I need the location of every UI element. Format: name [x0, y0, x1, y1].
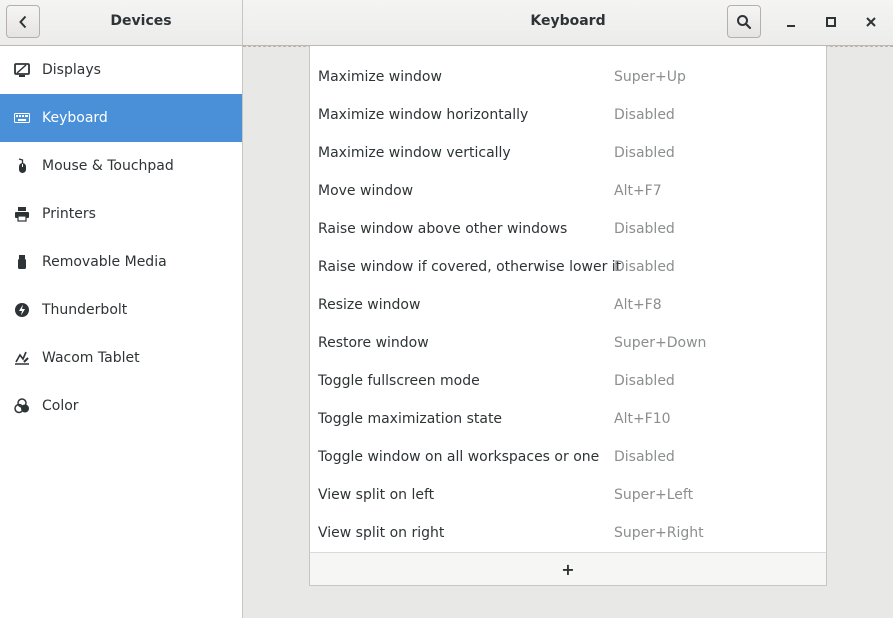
- mouse-icon: [14, 158, 30, 174]
- shortcut-name: Raise window above other windows: [318, 221, 568, 237]
- shortcut-name: Maximize window vertically: [318, 145, 511, 161]
- shortcut-accel: Alt+F8: [614, 297, 662, 313]
- shortcut-accel: Disabled: [614, 373, 675, 389]
- shortcut-name: View split on left: [318, 487, 435, 503]
- shortcut-name: Resize window: [318, 297, 421, 313]
- header-bar: Devices Keyboard: [0, 0, 893, 46]
- shortcut-row[interactable]: View split on left Super+Left: [310, 476, 826, 514]
- search-button[interactable]: [727, 5, 761, 38]
- shortcut-name: View split on right: [318, 525, 445, 541]
- removable-media-icon: [14, 254, 30, 270]
- back-button[interactable]: [6, 5, 40, 38]
- chevron-left-icon: [19, 15, 27, 28]
- shortcut-accel: Disabled: [614, 107, 675, 123]
- shortcut-name: Move window: [318, 183, 414, 199]
- shortcut-row[interactable]: Maximize window Super+Up: [310, 58, 826, 96]
- add-shortcut-button[interactable]: +: [310, 552, 826, 585]
- sidebar-item-removable-media[interactable]: Removable Media: [0, 238, 242, 286]
- sidebar-item-wacom-tablet[interactable]: Wacom Tablet: [0, 334, 242, 382]
- shortcut-accel: Disabled: [614, 449, 675, 465]
- sidebar-item-label: Removable Media: [42, 254, 167, 270]
- shortcut-row[interactable]: Raise window if covered, otherwise lower…: [310, 248, 826, 286]
- sidebar-item-mouse-touchpad[interactable]: Mouse & Touchpad: [0, 142, 242, 190]
- keyboard-icon: [14, 110, 30, 126]
- color-icon: [14, 398, 30, 414]
- close-icon: [866, 17, 876, 27]
- shortcut-accel: Disabled: [614, 259, 675, 275]
- shortcut-name: Raise window if covered, otherwise lower…: [318, 259, 622, 275]
- shortcut-accel: Super+Down: [614, 335, 707, 351]
- sidebar-item-displays[interactable]: Displays: [0, 46, 242, 94]
- shortcut-row[interactable]: Maximize window vertically Disabled: [310, 134, 826, 172]
- printer-icon: [14, 206, 30, 222]
- add-icon: +: [561, 559, 575, 579]
- shortcut-row[interactable]: Move window Alt+F7: [310, 172, 826, 210]
- shortcut-row[interactable]: Raise window above other windows Disable…: [310, 210, 826, 248]
- shortcut-row[interactable]: Toggle fullscreen mode Disabled: [310, 362, 826, 400]
- shortcut-accel: Super+Right: [614, 525, 704, 541]
- shortcut-name: Toggle maximization state: [318, 411, 503, 427]
- sidebar-item-keyboard[interactable]: Keyboard: [0, 94, 242, 142]
- main-content: Maximize window Super+Up Maximize window…: [243, 46, 893, 618]
- tablet-icon: [14, 350, 30, 366]
- shortcut-name: Toggle fullscreen mode: [318, 373, 480, 389]
- shortcut-row[interactable]: View split on right Super+Right: [310, 514, 826, 552]
- sidebar-item-label: Wacom Tablet: [42, 350, 140, 366]
- shortcut-list: Maximize window Super+Up Maximize window…: [309, 46, 827, 586]
- sidebar-item-label: Thunderbolt: [42, 302, 128, 318]
- shortcut-name: Toggle window on all workspaces or one: [318, 449, 600, 465]
- sidebar-item-color[interactable]: Color: [0, 382, 242, 430]
- panel-title: Devices: [110, 13, 172, 29]
- shortcut-row[interactable]: Resize window Alt+F8: [310, 286, 826, 324]
- shortcut-name: Maximize window horizontally: [318, 107, 529, 123]
- thunderbolt-icon: [14, 302, 30, 318]
- sidebar: Displays Keyboard Mouse & Touchpad Print…: [0, 46, 243, 618]
- sidebar-item-label: Printers: [42, 206, 96, 222]
- minimize-icon: [787, 25, 795, 27]
- shortcut-accel: Alt+F7: [614, 183, 662, 199]
- maximize-button[interactable]: [818, 9, 844, 35]
- sidebar-item-label: Mouse & Touchpad: [42, 158, 174, 174]
- shortcut-accel: Super+Up: [614, 69, 686, 85]
- close-button[interactable]: [858, 9, 884, 35]
- display-icon: [14, 62, 30, 78]
- maximize-icon: [826, 17, 836, 27]
- sidebar-item-label: Displays: [42, 62, 101, 78]
- shortcut-accel: Disabled: [614, 145, 675, 161]
- shortcut-row[interactable]: Toggle maximization state Alt+F10: [310, 400, 826, 438]
- shortcut-row[interactable]: Maximize window horizontally Disabled: [310, 96, 826, 134]
- shortcut-accel: Disabled: [614, 221, 675, 237]
- sidebar-item-thunderbolt[interactable]: Thunderbolt: [0, 286, 242, 334]
- sidebar-item-label: Color: [42, 398, 79, 414]
- shortcut-row[interactable]: Toggle window on all workspaces or one D…: [310, 438, 826, 476]
- shortcut-accel: Super+Left: [614, 487, 694, 503]
- sidebar-item-printers[interactable]: Printers: [0, 190, 242, 238]
- shortcut-row[interactable]: Restore window Super+Down: [310, 324, 826, 362]
- shortcut-name: Maximize window: [318, 69, 442, 85]
- shortcut-name: Restore window: [318, 335, 429, 351]
- sidebar-item-label: Keyboard: [42, 110, 108, 126]
- minimize-button[interactable]: [778, 9, 804, 35]
- shortcut-accel: Alt+F10: [614, 411, 671, 427]
- sidebar-header: Devices: [0, 0, 243, 45]
- search-icon: [737, 14, 752, 29]
